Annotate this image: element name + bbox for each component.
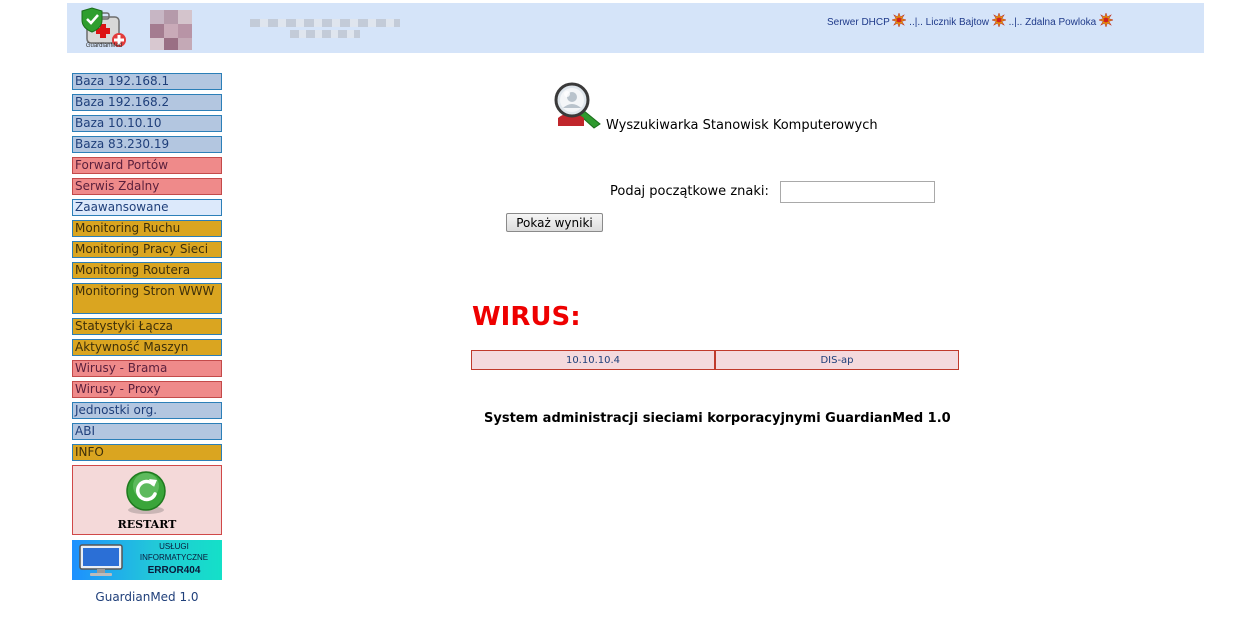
banner-line-informatyczne: INFORMATYCZNE: [139, 553, 209, 562]
top-header: GuardianMed Serwer DHCP ..|.. Licznik Ba…: [67, 3, 1204, 53]
virus-heading: WIRUS:: [472, 302, 581, 332]
sidebar-item-baza-83-230-19[interactable]: Baza 83.230.19: [72, 136, 222, 153]
topnav-byte-counter-link[interactable]: Licznik Bajtow: [926, 17, 989, 28]
sidebar-item-baza-10-10-10[interactable]: Baza 10.10.10: [72, 115, 222, 132]
burst-icon: [892, 13, 907, 27]
banner-line-uslugi: USŁUGI: [159, 542, 189, 551]
computer-monitor-icon: [79, 544, 123, 576]
sidebar-item-baza-192-168-1[interactable]: Baza 192.168.1: [72, 73, 222, 90]
virus-table: 10.10.10.4 DIS-ap: [471, 350, 959, 370]
sidebar-item-monitoring-stron-www[interactable]: Monitoring Stron WWW: [72, 283, 222, 314]
banner-line-error404: ERROR404: [147, 565, 201, 576]
burst-icon: [991, 13, 1006, 27]
sidebar-item-forward-portow[interactable]: Forward Portów: [72, 157, 222, 174]
footer-text: System administracji sieciami korporacyj…: [484, 411, 951, 426]
sidebar-item-jednostki-org[interactable]: Jednostki org.: [72, 402, 222, 419]
burst-icon: [1099, 13, 1114, 27]
sidebar-item-wirusy-brama[interactable]: Wirusy - Brama: [72, 360, 222, 377]
sidebar-item-baza-192-168-2[interactable]: Baza 192.168.2: [72, 94, 222, 111]
sidebar-item-serwis-zdalny[interactable]: Serwis Zdalny: [72, 178, 222, 195]
topnav-separator: ..|..: [1008, 17, 1023, 28]
error404-banner[interactable]: USŁUGI INFORMATYCZNE ERROR404: [72, 540, 222, 580]
sidebar-item-abi[interactable]: ABI: [72, 423, 222, 440]
search-title: Wyszukiwarka Stanowisk Komputerowych: [606, 118, 878, 133]
restart-icon: [126, 471, 166, 514]
sidebar-item-statystyki-lacza[interactable]: Statystyki Łącza: [72, 318, 222, 335]
sidebar-version-label: GuardianMed 1.0: [95, 590, 199, 604]
search-input[interactable]: [780, 181, 935, 203]
table-row: 10.10.10.4 DIS-ap: [471, 350, 959, 370]
restart-button[interactable]: RESTART: [72, 465, 222, 535]
sidebar-item-wirusy-proxy[interactable]: Wirusy - Proxy: [72, 381, 222, 398]
top-navigation: Serwer DHCP ..|.. Licznik Bajtow ..|.. Z…: [827, 13, 1114, 33]
show-results-button[interactable]: Pokaż wyniki: [506, 213, 603, 232]
sidebar-item-info[interactable]: INFO: [72, 444, 222, 461]
sidebar-item-monitoring-routera[interactable]: Monitoring Routera: [72, 262, 222, 279]
sidebar-item-monitoring-pracy-sieci[interactable]: Monitoring Pracy Sieci: [72, 241, 222, 258]
logo-caption: GuardianMed: [85, 43, 123, 49]
virus-host-cell: DIS-ap: [714, 350, 959, 370]
sidebar-item-monitoring-ruchu[interactable]: Monitoring Ruchu: [72, 220, 222, 237]
search-label: Podaj początkowe znaki:: [610, 184, 769, 199]
sidebar-item-aktywnosc-maszyn[interactable]: Aktywność Maszyn: [72, 339, 222, 356]
sidebar-item-zaawansowane[interactable]: Zaawansowane: [72, 199, 222, 216]
restart-label: RESTART: [117, 518, 177, 531]
topnav-remote-shell-link[interactable]: Zdalna Powloka: [1025, 17, 1096, 28]
magnifier-computer-icon: [554, 82, 601, 129]
topnav-separator: ..|..: [909, 17, 923, 28]
virus-ip-cell: 10.10.10.4: [471, 350, 716, 370]
topnav-dhcp-link[interactable]: Serwer DHCP: [827, 17, 890, 28]
